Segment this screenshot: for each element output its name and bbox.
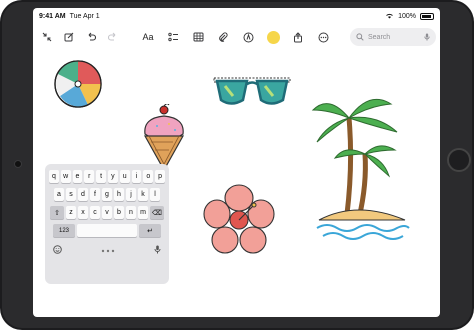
key-n[interactable]: n bbox=[126, 206, 136, 219]
battery-percent: 100% bbox=[398, 12, 416, 20]
key-w[interactable]: w bbox=[60, 170, 71, 183]
search-placeholder: Search bbox=[368, 33, 391, 41]
toolbar-left bbox=[37, 27, 123, 47]
palm-island-drawing[interactable] bbox=[309, 84, 415, 246]
numbers-key[interactable]: 123 bbox=[53, 224, 75, 237]
key-c[interactable]: c bbox=[90, 206, 100, 219]
search-icon bbox=[356, 28, 364, 46]
hibiscus-flower-drawing[interactable] bbox=[203, 184, 275, 256]
beach-ball-drawing[interactable] bbox=[52, 58, 104, 110]
delete-key[interactable]: ⌫ bbox=[150, 206, 164, 219]
markup-pen-icon[interactable] bbox=[238, 27, 258, 47]
keyboard-handle-icon[interactable] bbox=[101, 246, 115, 255]
battery-icon bbox=[420, 12, 434, 20]
toolbar: Aa Search bbox=[33, 24, 440, 50]
screen: 9:41 AM Tue Apr 1 100% Aa Search q w e r… bbox=[33, 8, 440, 317]
key-o[interactable]: o bbox=[143, 170, 154, 183]
return-key[interactable]: ↵ bbox=[139, 224, 161, 237]
highlighter-icon[interactable] bbox=[263, 27, 283, 47]
key-r[interactable]: r bbox=[84, 170, 95, 183]
microphone-icon[interactable] bbox=[424, 28, 430, 46]
front-camera bbox=[14, 160, 22, 168]
key-g[interactable]: g bbox=[102, 188, 112, 201]
home-button[interactable] bbox=[447, 148, 471, 172]
key-m[interactable]: m bbox=[138, 206, 148, 219]
collapse-arrows-icon[interactable] bbox=[37, 27, 57, 47]
shift-key[interactable]: ⇧ bbox=[50, 206, 64, 219]
microphone-icon[interactable] bbox=[154, 245, 161, 256]
highlight-swatch bbox=[266, 30, 280, 44]
keyboard-row-3-letters: zxcvbnm bbox=[66, 206, 148, 219]
key-e[interactable]: e bbox=[72, 170, 83, 183]
checklist-icon[interactable] bbox=[163, 27, 183, 47]
wifi-icon bbox=[385, 12, 394, 21]
sunglasses-drawing[interactable] bbox=[211, 72, 293, 110]
status-right: 100% bbox=[385, 12, 434, 21]
key-i[interactable]: i bbox=[131, 170, 142, 183]
key-u[interactable]: u bbox=[119, 170, 130, 183]
emoji-icon[interactable] bbox=[53, 245, 62, 256]
redo-icon[interactable] bbox=[103, 27, 123, 47]
keyboard-row-1: qwertyuiop bbox=[49, 170, 165, 183]
device-frame: 9:41 AM Tue Apr 1 100% Aa Search q w e r… bbox=[0, 0, 474, 330]
key-a[interactable]: a bbox=[54, 188, 64, 201]
more-icon[interactable] bbox=[313, 27, 333, 47]
key-y[interactable]: y bbox=[108, 170, 118, 183]
paperclip-icon[interactable] bbox=[213, 27, 233, 47]
compose-icon[interactable] bbox=[59, 27, 79, 47]
keyboard-bottom-bar bbox=[49, 242, 165, 256]
toolbar-center: Aa Search bbox=[138, 27, 436, 47]
search-field[interactable]: Search bbox=[350, 28, 436, 46]
keyboard-row-3: ⇧ zxcvbnm ⌫ bbox=[49, 206, 165, 219]
text-format-button[interactable]: Aa bbox=[138, 27, 158, 47]
key-j[interactable]: j bbox=[126, 188, 136, 201]
key-k[interactable]: k bbox=[138, 188, 148, 201]
key-p[interactable]: p bbox=[155, 170, 165, 183]
key-z[interactable]: z bbox=[66, 206, 76, 219]
key-t[interactable]: t bbox=[96, 170, 106, 183]
undo-icon[interactable] bbox=[81, 27, 101, 47]
status-bar: 9:41 AM Tue Apr 1 100% bbox=[33, 8, 440, 24]
status-date: Tue Apr 1 bbox=[69, 12, 100, 20]
keyboard-row-2: asdfghjkl bbox=[49, 188, 165, 201]
space-key[interactable] bbox=[77, 224, 137, 237]
table-icon[interactable] bbox=[188, 27, 208, 47]
share-icon[interactable] bbox=[288, 27, 308, 47]
key-d[interactable]: d bbox=[78, 188, 88, 201]
key-q[interactable]: q bbox=[49, 170, 59, 183]
key-f[interactable]: f bbox=[90, 188, 100, 201]
key-s[interactable]: s bbox=[66, 188, 76, 201]
key-v[interactable]: v bbox=[102, 206, 112, 219]
key-h[interactable]: h bbox=[114, 188, 124, 201]
key-x[interactable]: x bbox=[78, 206, 88, 219]
key-b[interactable]: b bbox=[114, 206, 124, 219]
key-l[interactable]: l bbox=[150, 188, 160, 201]
floating-keyboard[interactable]: qwertyuiop asdfghjkl ⇧ zxcvbnm ⌫ 123 ↵ bbox=[45, 164, 169, 284]
keyboard-row-4: 123 ↵ bbox=[49, 224, 165, 237]
status-time: 9:41 AM bbox=[39, 12, 66, 20]
